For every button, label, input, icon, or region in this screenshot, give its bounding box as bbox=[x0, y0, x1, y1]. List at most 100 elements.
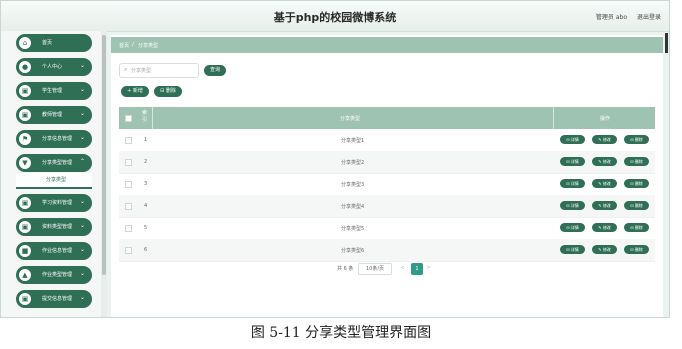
search-input[interactable]: ⌕ 分享类型 bbox=[119, 63, 199, 78]
home-icon: ⌂ bbox=[19, 37, 31, 49]
batch-delete-label: 删除 bbox=[165, 88, 176, 94]
row-checkbox[interactable] bbox=[125, 181, 132, 188]
user-icon: ● bbox=[19, 61, 31, 73]
edit-button[interactable]: ✎ 修改 bbox=[592, 179, 617, 188]
pagination-total: 共 6 条 bbox=[337, 266, 354, 272]
trash-icon: ⊟ bbox=[160, 88, 165, 94]
row-checkbox[interactable] bbox=[125, 137, 132, 144]
table-row: 3 分享类型3 ⊟ 详情 ✎ 修改 ⊟ 删除 bbox=[119, 173, 655, 196]
row-type: 分享类型3 bbox=[341, 182, 365, 188]
breadcrumb-separator: / bbox=[132, 42, 134, 48]
funnel-icon: ▼ bbox=[19, 157, 31, 169]
table-row: 5 分享类型5 ⊟ 详情 ✎ 修改 ⊟ 删除 bbox=[119, 217, 655, 240]
sidebar-item-homework-types[interactable]: ▲ 作业类型管理 ⌄ bbox=[16, 266, 92, 284]
app-window: 基于php的校园微博系统 管理员 abo 退出登录 ⌂ 首页 ● 个人中心 ⌄ … bbox=[0, 0, 670, 318]
row-type: 分享类型6 bbox=[341, 248, 365, 254]
detail-button[interactable]: ⊟ 详情 bbox=[560, 157, 585, 166]
row-index: 5 bbox=[144, 225, 148, 231]
table-row: 4 分享类型4 ⊟ 详情 ✎ 修改 ⊟ 删除 bbox=[119, 195, 655, 218]
grid-icon: ▣ bbox=[19, 221, 31, 233]
current-page-button[interactable]: 1 bbox=[411, 263, 423, 275]
delete-button[interactable]: ⊟ 删除 bbox=[624, 245, 649, 254]
sidebar-scrollbar-thumb[interactable] bbox=[102, 35, 106, 275]
sidebar-item-students[interactable]: ▣ 学生管理 ⌄ bbox=[16, 82, 92, 100]
sidebar-subitem-share-type[interactable]: 分享类型 bbox=[16, 173, 92, 189]
sidebar-item-teachers[interactable]: ▣ 教师管理 ⌄ bbox=[16, 106, 92, 124]
sidebar-item-label: 提交信息管理 bbox=[42, 296, 73, 302]
sidebar-item-home[interactable]: ⌂ 首页 bbox=[16, 34, 92, 52]
sidebar-item-label: 教师管理 bbox=[42, 112, 63, 118]
sidebar-item-study-materials[interactable]: ▣ 学习资料管理 ⌄ bbox=[16, 194, 92, 212]
app-title: 基于php的校园微博系统 bbox=[273, 11, 397, 24]
sidebar-item-label: 个人中心 bbox=[42, 64, 63, 70]
row-type: 分享类型5 bbox=[341, 226, 365, 232]
chevron-down-icon: ⌄ bbox=[79, 270, 85, 277]
select-all-checkbox[interactable] bbox=[125, 115, 132, 122]
grid-icon: ▣ bbox=[19, 197, 31, 209]
sidebar-item-material-types[interactable]: ▣ 资料类型管理 ⌄ bbox=[16, 218, 92, 236]
add-button[interactable]: + 新增 bbox=[121, 86, 149, 97]
delete-button[interactable]: ⊟ 删除 bbox=[624, 135, 649, 144]
teacher-icon: ▣ bbox=[19, 109, 31, 121]
edit-button[interactable]: ✎ 修改 bbox=[592, 245, 617, 254]
chevron-down-icon: ⌄ bbox=[79, 110, 85, 117]
detail-button[interactable]: ⊟ 详情 bbox=[560, 135, 585, 144]
row-checkbox[interactable] bbox=[125, 247, 132, 254]
user-info: 管理员 abo bbox=[595, 14, 627, 21]
sidebar-item-label: 分享类型管理 bbox=[42, 160, 73, 166]
row-type: 分享类型1 bbox=[341, 138, 365, 144]
student-icon: ▣ bbox=[19, 85, 31, 97]
edit-button[interactable]: ✎ 修改 bbox=[592, 157, 617, 166]
prev-page-button[interactable]: < bbox=[398, 263, 407, 273]
sidebar-item-share-type[interactable]: ▼ 分享类型管理 ⌃ bbox=[16, 154, 92, 172]
header-actions: 操作 bbox=[600, 116, 611, 122]
detail-button[interactable]: ⊟ 详情 bbox=[560, 179, 585, 188]
breadcrumb: 首页 / 分享类型 bbox=[111, 37, 663, 53]
sidebar-item-homework-info[interactable]: ■ 作业信息管理 ⌄ bbox=[16, 242, 92, 260]
delete-button[interactable]: ⊟ 删除 bbox=[624, 179, 649, 188]
table-row: 1 分享类型1 ⊟ 详情 ✎ 修改 ⊟ 删除 bbox=[119, 129, 655, 152]
sidebar-item-submissions[interactable]: ▣ 提交信息管理 ⌄ bbox=[16, 290, 92, 308]
page-size-select[interactable]: 10条/页 bbox=[358, 263, 392, 275]
chevron-down-icon: ⌄ bbox=[79, 294, 85, 301]
sidebar-item-label: 学生管理 bbox=[42, 88, 63, 94]
detail-button[interactable]: ⊟ 详情 bbox=[560, 201, 585, 210]
chevron-up-icon: ⌃ bbox=[79, 158, 85, 165]
chevron-down-icon: ⌄ bbox=[79, 246, 85, 253]
sidebar-subitem-label: 分享类型 bbox=[46, 177, 67, 183]
batch-delete-button[interactable]: ⊟ 删除 bbox=[154, 86, 182, 97]
detail-button[interactable]: ⊟ 详情 bbox=[560, 223, 585, 232]
logout-link[interactable]: 退出登录 bbox=[637, 12, 661, 21]
row-index: 4 bbox=[144, 203, 148, 209]
chevron-down-icon: ⌄ bbox=[79, 62, 85, 69]
edit-button[interactable]: ✎ 修改 bbox=[592, 201, 617, 210]
table-header: 索引 分享类型 操作 bbox=[119, 107, 655, 129]
chevron-down-icon: ⌄ bbox=[79, 86, 85, 93]
sidebar-item-profile[interactable]: ● 个人中心 ⌄ bbox=[16, 58, 92, 76]
figure-caption: 图 5-11 分享类型管理界面图 bbox=[250, 325, 432, 341]
next-page-button[interactable]: > bbox=[424, 263, 433, 273]
breadcrumb-home[interactable]: 首页 bbox=[119, 42, 129, 49]
header-type: 分享类型 bbox=[340, 116, 361, 122]
sidebar-item-label: 作业类型管理 bbox=[42, 272, 73, 278]
sidebar-item-label: 分享信息管理 bbox=[42, 136, 73, 142]
edit-button[interactable]: ✎ 修改 bbox=[592, 223, 617, 232]
row-index: 3 bbox=[144, 181, 148, 187]
row-checkbox[interactable] bbox=[125, 159, 132, 166]
main-scrollbar-thumb[interactable] bbox=[665, 33, 668, 53]
detail-button[interactable]: ⊟ 详情 bbox=[560, 245, 585, 254]
delete-button[interactable]: ⊟ 删除 bbox=[624, 201, 649, 210]
header-divider bbox=[553, 107, 554, 129]
edit-button[interactable]: ✎ 修改 bbox=[592, 135, 617, 144]
row-index: 6 bbox=[144, 247, 148, 253]
row-checkbox[interactable] bbox=[125, 203, 132, 210]
delete-button[interactable]: ⊟ 删除 bbox=[624, 223, 649, 232]
row-checkbox[interactable] bbox=[125, 225, 132, 232]
search-button[interactable]: 查询 bbox=[204, 65, 226, 76]
sidebar-item-share-info[interactable]: ⚑ 分享信息管理 ⌄ bbox=[16, 130, 92, 148]
top-bar: 基于php的校园微博系统 管理员 abo 退出登录 bbox=[1, 1, 669, 32]
row-type: 分享类型4 bbox=[341, 204, 365, 210]
delete-button[interactable]: ⊟ 删除 bbox=[624, 157, 649, 166]
sidebar-item-label: 作业信息管理 bbox=[42, 248, 73, 254]
chevron-down-icon: ⌄ bbox=[79, 222, 85, 229]
